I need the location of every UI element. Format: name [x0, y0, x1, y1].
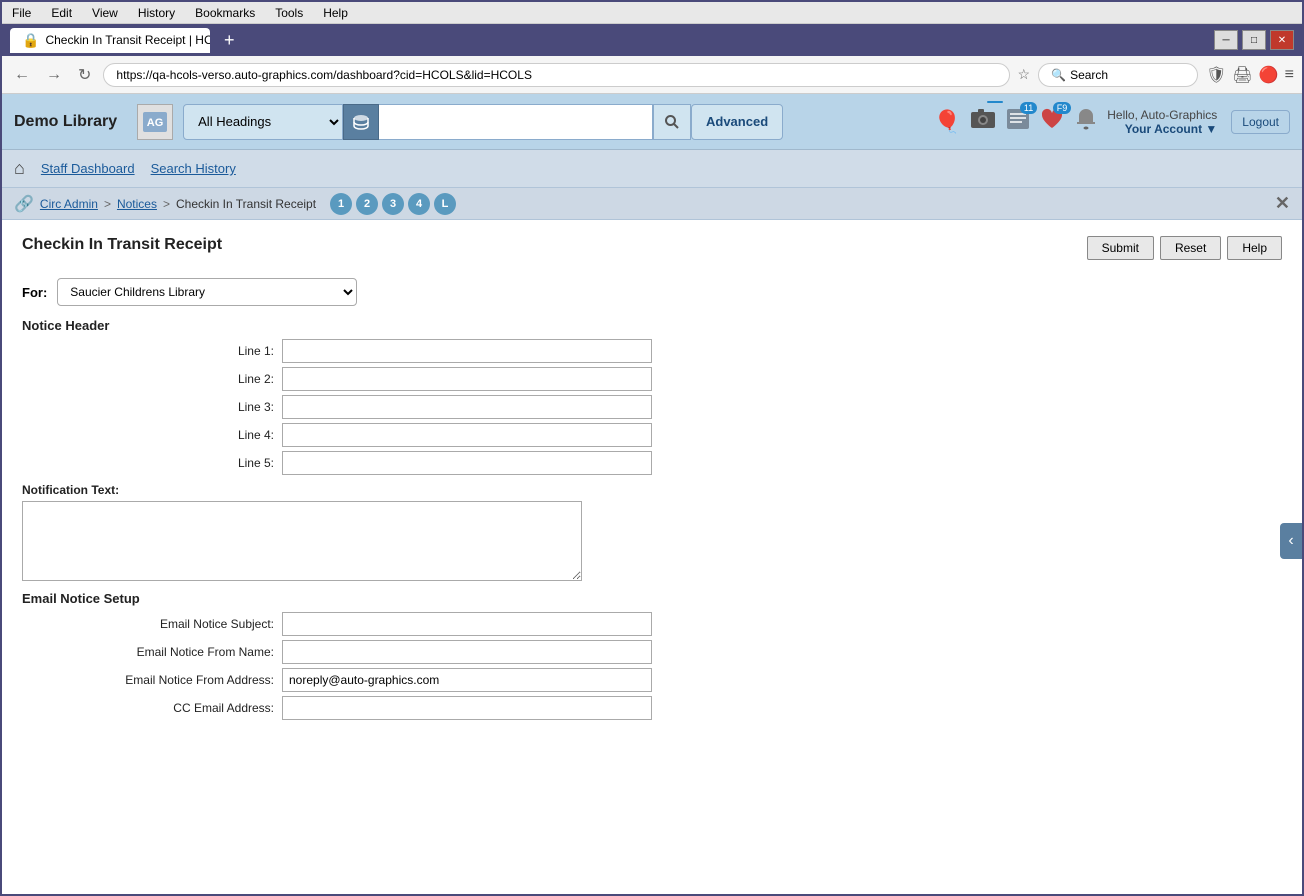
url-bar[interactable]	[103, 63, 1009, 87]
bell-icon[interactable]	[1073, 106, 1099, 138]
line3-input[interactable]	[282, 395, 652, 419]
line2-label: Line 2:	[22, 372, 282, 386]
account-link[interactable]: Your Account ▼	[1107, 122, 1217, 136]
search-history-link[interactable]: Search History	[151, 161, 236, 176]
line3-label: Line 3:	[22, 400, 282, 414]
step-3[interactable]: 3	[382, 193, 404, 215]
menu-file[interactable]: File	[8, 4, 35, 22]
line1-label: Line 1:	[22, 344, 282, 358]
step-4[interactable]: 4	[408, 193, 430, 215]
email-section-header: Email Notice Setup	[22, 591, 1282, 606]
close-button[interactable]: ✕	[1270, 30, 1294, 50]
maximize-button[interactable]: □	[1242, 30, 1266, 50]
close-button[interactable]: ✕	[1275, 193, 1290, 214]
search-label: Search	[1070, 68, 1108, 82]
search-icon: 🔍	[1051, 68, 1066, 82]
notification-textarea[interactable]	[22, 501, 582, 581]
menu-dots-icon[interactable]: ≡	[1285, 66, 1294, 84]
submit-button[interactable]: Submit	[1087, 236, 1154, 260]
line4-label: Line 4:	[22, 428, 282, 442]
database-icon[interactable]	[343, 104, 379, 140]
balloon-icon[interactable]: 🎈	[934, 109, 961, 135]
reset-button[interactable]: Reset	[1160, 236, 1221, 260]
home-icon[interactable]: ⌂	[14, 158, 25, 179]
heading-select[interactable]: All Headings	[183, 104, 343, 140]
step-1[interactable]: 1	[330, 193, 352, 215]
current-page-label: Checkin In Transit Receipt	[176, 197, 316, 211]
menu-history[interactable]: History	[134, 4, 179, 22]
help-button[interactable]: Help	[1227, 236, 1282, 260]
menu-edit[interactable]: Edit	[47, 4, 76, 22]
menu-help[interactable]: Help	[319, 4, 352, 22]
notification-text-label: Notification Text:	[22, 483, 1282, 497]
reload-button[interactable]: ↻	[74, 63, 95, 87]
camera-icon[interactable]	[969, 105, 997, 139]
forward-button[interactable]: →	[42, 64, 66, 86]
line5-label: Line 5:	[22, 456, 282, 470]
svg-text:AG: AG	[147, 117, 164, 129]
back-button[interactable]: ←	[10, 64, 34, 86]
logout-button[interactable]: Logout	[1231, 110, 1290, 134]
logo-icon: AG	[137, 104, 173, 140]
browser-search-box[interactable]: 🔍 Search	[1038, 63, 1198, 87]
side-collapse-button[interactable]: ‹	[1280, 523, 1302, 559]
search-input[interactable]	[379, 104, 653, 140]
heart-icon[interactable]: F9	[1039, 106, 1065, 138]
email-from-address-label: Email Notice From Address:	[22, 673, 282, 687]
staff-dashboard-link[interactable]: Staff Dashboard	[41, 161, 135, 176]
menu-view[interactable]: View	[88, 4, 122, 22]
email-subject-input[interactable]	[282, 612, 652, 636]
cc-email-label: CC Email Address:	[22, 701, 282, 715]
print-icon[interactable]: 🖨	[1232, 65, 1252, 85]
list-badge: 11	[1020, 102, 1037, 114]
user-info[interactable]: Hello, Auto-Graphics Your Account ▼	[1107, 108, 1217, 136]
search-bar: All Headings Advanced	[183, 104, 783, 140]
advanced-button[interactable]: Advanced	[691, 104, 783, 140]
tab-title: Checkin In Transit Receipt | HCO	[45, 33, 210, 47]
email-from-name-label: Email Notice From Name:	[22, 645, 282, 659]
hello-text: Hello, Auto-Graphics	[1107, 108, 1217, 122]
for-label: For:	[22, 285, 47, 300]
email-subject-label: Email Notice Subject:	[22, 617, 282, 631]
new-tab-button[interactable]: +	[218, 30, 241, 51]
camera-badge	[987, 101, 1003, 103]
heart-badge: F9	[1053, 102, 1072, 114]
link-icon: 🔗	[14, 194, 34, 214]
step-2[interactable]: 2	[356, 193, 378, 215]
step-l[interactable]: L	[434, 193, 456, 215]
search-button[interactable]	[653, 104, 691, 140]
notices-link[interactable]: Notices	[117, 197, 157, 211]
pocket-icon[interactable]: 🔴	[1259, 65, 1279, 85]
breadcrumb: 🔗 Circ Admin > Notices > Checkin In Tran…	[2, 188, 1302, 220]
cc-email-input[interactable]	[282, 696, 652, 720]
email-from-name-input[interactable]	[282, 640, 652, 664]
bookmark-star-icon[interactable]: ☆	[1018, 66, 1031, 83]
circ-admin-link[interactable]: Circ Admin	[40, 197, 98, 211]
line4-input[interactable]	[282, 423, 652, 447]
form-title: Checkin In Transit Receipt	[22, 236, 222, 254]
list-icon[interactable]: 11	[1005, 106, 1031, 138]
line1-input[interactable]	[282, 339, 652, 363]
email-from-address-input[interactable]	[282, 668, 652, 692]
menu-bookmarks[interactable]: Bookmarks	[191, 4, 259, 22]
minimize-button[interactable]: ─	[1214, 30, 1238, 50]
for-select[interactable]: Saucier Childrens Library	[57, 278, 357, 306]
line5-input[interactable]	[282, 451, 652, 475]
library-name: Demo Library	[14, 113, 117, 131]
browser-tab[interactable]: 🔒 Checkin In Transit Receipt | HCO ✕	[10, 28, 210, 53]
line2-input[interactable]	[282, 367, 652, 391]
notice-header-label: Notice Header	[22, 318, 1282, 333]
menu-tools[interactable]: Tools	[271, 4, 307, 22]
step-circles: 1 2 3 4 L	[330, 193, 456, 215]
shield-icon[interactable]: 🛡	[1206, 65, 1226, 85]
